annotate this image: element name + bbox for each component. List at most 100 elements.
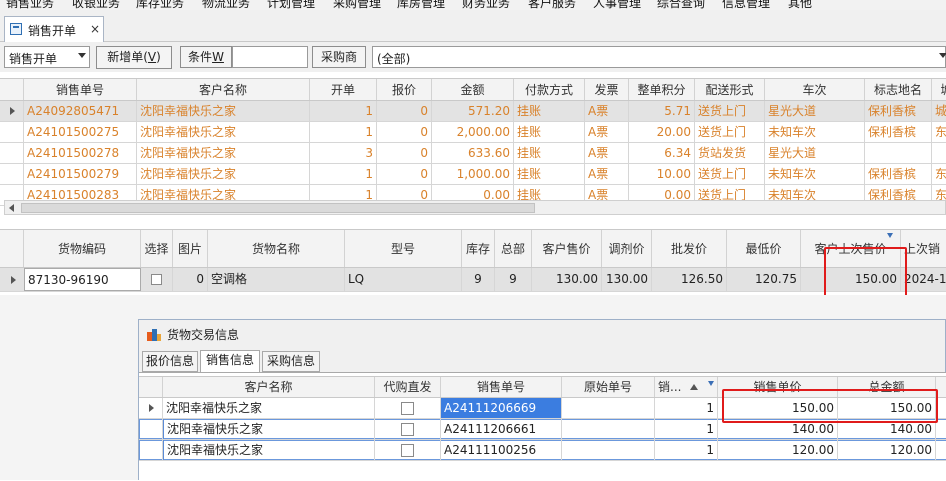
- trip-cell[interactable]: 星光大道: [765, 143, 865, 163]
- filter-icon[interactable]: [708, 381, 714, 386]
- sales-qty-cell[interactable]: 1: [655, 419, 718, 439]
- col-select[interactable]: 选择: [141, 230, 173, 267]
- customer-cell[interactable]: 沈阳幸福快乐之家: [137, 101, 310, 121]
- delivery-cell[interactable]: 送货上门: [695, 164, 765, 184]
- table-row[interactable]: A24092805471 沈阳幸福快乐之家 1 0 571.20 挂账 A票 5.71 送货上门…: [0, 101, 946, 122]
- quote-cell[interactable]: 0: [377, 122, 432, 142]
- adjust-price-cell[interactable]: 130.00: [602, 268, 652, 291]
- col-invoice[interactable]: 发票: [585, 79, 629, 100]
- col-amount[interactable]: 金额: [432, 79, 514, 100]
- points-cell[interactable]: 10.00: [629, 164, 695, 184]
- tab-quote-info[interactable]: 报价信息: [142, 351, 198, 372]
- total-cell[interactable]: 120.00: [838, 440, 936, 460]
- sales-qty-cell[interactable]: 1: [655, 398, 718, 418]
- sort-ascending-icon[interactable]: [690, 384, 698, 390]
- city-cell[interactable]: 城: [932, 101, 946, 121]
- customer-cell[interactable]: 沈阳幸福快乐之家: [163, 419, 375, 439]
- menu-item-service[interactable]: 客户服务: [528, 0, 576, 10]
- city-cell[interactable]: 东: [932, 122, 946, 142]
- amount-cell[interactable]: 1,000.00: [432, 164, 514, 184]
- col-sales-qty[interactable]: 销...: [655, 377, 718, 397]
- col-city[interactable]: 城: [932, 79, 946, 100]
- col-payment[interactable]: 付款方式: [514, 79, 585, 100]
- order-no-cell[interactable]: A24092805471: [24, 101, 137, 121]
- payment-cell[interactable]: 挂账: [514, 143, 585, 163]
- col-stock[interactable]: 库存: [462, 230, 495, 267]
- menu-item-logistics[interactable]: 物流业务: [202, 0, 250, 10]
- col-model[interactable]: 型号: [345, 230, 462, 267]
- amount-cell[interactable]: 571.20: [432, 101, 514, 121]
- col-goods-code[interactable]: 货物编码: [24, 230, 141, 267]
- tab-sales-order[interactable]: 销售开单 ×: [4, 16, 104, 42]
- order-no-cell[interactable]: A24101500279: [24, 164, 137, 184]
- open-cell[interactable]: 1: [310, 101, 377, 121]
- new-order-button[interactable]: 新增单(V): [96, 46, 172, 69]
- payment-cell[interactable]: 挂账: [514, 164, 585, 184]
- quote-cell[interactable]: 0: [377, 101, 432, 121]
- more-cell[interactable]: [936, 440, 946, 460]
- original-order-cell[interactable]: [562, 398, 655, 418]
- invoice-cell[interactable]: A票: [585, 122, 629, 142]
- col-wholesale-price[interactable]: 批发价: [652, 230, 727, 267]
- filter-icon[interactable]: [887, 233, 893, 238]
- col-hq[interactable]: 总部: [495, 230, 532, 267]
- open-cell[interactable]: 1: [310, 164, 377, 184]
- payment-cell[interactable]: 挂账: [514, 101, 585, 121]
- customer-cell[interactable]: 沈阳幸福快乐之家: [137, 164, 310, 184]
- proxy-direct-cell[interactable]: [375, 398, 441, 418]
- tab-purchase-info[interactable]: 采购信息: [262, 351, 320, 372]
- min-price-cell[interactable]: 120.75: [727, 268, 801, 291]
- menu-item-finance[interactable]: 财务业务: [462, 0, 510, 10]
- sales-order-cell[interactable]: A24111100256: [441, 440, 562, 460]
- quote-cell[interactable]: 0: [377, 143, 432, 163]
- landmark-cell[interactable]: 保利香槟: [865, 101, 932, 121]
- col-open[interactable]: 开单: [310, 79, 377, 100]
- menu-item-sales[interactable]: 销售业务: [6, 0, 54, 10]
- row-indicator[interactable]: [139, 440, 163, 460]
- select-cell[interactable]: [141, 268, 173, 291]
- quote-cell[interactable]: 0: [377, 164, 432, 184]
- points-cell[interactable]: 20.00: [629, 122, 695, 142]
- scrollbar-thumb[interactable]: [21, 203, 535, 213]
- proxy-direct-cell[interactable]: [375, 419, 441, 439]
- table-row[interactable]: A24101500279 沈阳幸福快乐之家 1 0 1,000.00 挂账 A票 10.00 送…: [0, 164, 946, 185]
- col-sales-order[interactable]: 销售单号: [441, 377, 562, 397]
- customer-cell[interactable]: 沈阳幸福快乐之家: [137, 122, 310, 142]
- amount-cell[interactable]: 2,000.00: [432, 122, 514, 142]
- col-points[interactable]: 整单积分: [629, 79, 695, 100]
- amount-cell[interactable]: 633.60: [432, 143, 514, 163]
- orders-horizontal-scrollbar[interactable]: [4, 200, 946, 215]
- col-customer[interactable]: 客户名称: [137, 79, 310, 100]
- trip-cell[interactable]: 未知车次: [765, 122, 865, 142]
- menu-item-cashier[interactable]: 收银业务: [72, 0, 120, 10]
- col-min-price[interactable]: 最低价: [727, 230, 801, 267]
- goods-row[interactable]: 87130-96190 0 空调格 LQ 9 9 130.00 130.00 1…: [0, 268, 946, 292]
- menu-item-purchase[interactable]: 采购管理: [333, 0, 381, 10]
- row-indicator[interactable]: [0, 122, 24, 142]
- customer-cell[interactable]: 沈阳幸福快乐之家: [163, 398, 375, 418]
- order-no-cell[interactable]: A24101500278: [24, 143, 137, 163]
- col-quote[interactable]: 报价: [377, 79, 432, 100]
- trip-cell[interactable]: 未知车次: [765, 164, 865, 184]
- delivery-cell[interactable]: 送货上门: [695, 101, 765, 121]
- city-cell[interactable]: 东: [932, 164, 946, 184]
- col-adjust-price[interactable]: 调剂价: [602, 230, 652, 267]
- col-order-no[interactable]: 销售单号: [24, 79, 137, 100]
- customer-cell[interactable]: 沈阳幸福快乐之家: [137, 143, 310, 163]
- sales-qty-cell[interactable]: 1: [655, 440, 718, 460]
- filter-select[interactable]: (全部): [372, 46, 946, 68]
- row-indicator[interactable]: [139, 419, 163, 439]
- menu-item-query[interactable]: 综合查询: [657, 0, 705, 10]
- open-cell[interactable]: 3: [310, 143, 377, 163]
- proxy-direct-checkbox[interactable]: [401, 444, 414, 457]
- customer-price-cell[interactable]: 130.00: [532, 268, 602, 291]
- unit-price-cell[interactable]: 120.00: [718, 440, 838, 460]
- trip-cell[interactable]: 星光大道: [765, 101, 865, 121]
- table-row[interactable]: 沈阳幸福快乐之家 A24111100256 1 120.00 120.00: [139, 440, 946, 461]
- col-trip[interactable]: 车次: [765, 79, 865, 100]
- row-indicator[interactable]: [0, 164, 24, 184]
- original-order-cell[interactable]: [562, 440, 655, 460]
- col-original-order[interactable]: 原始单号: [562, 377, 655, 397]
- col-customer-price[interactable]: 客户售价: [532, 230, 602, 267]
- table-row[interactable]: A24101500275 沈阳幸福快乐之家 1 0 2,000.00 挂账 A票 20.00 送…: [0, 122, 946, 143]
